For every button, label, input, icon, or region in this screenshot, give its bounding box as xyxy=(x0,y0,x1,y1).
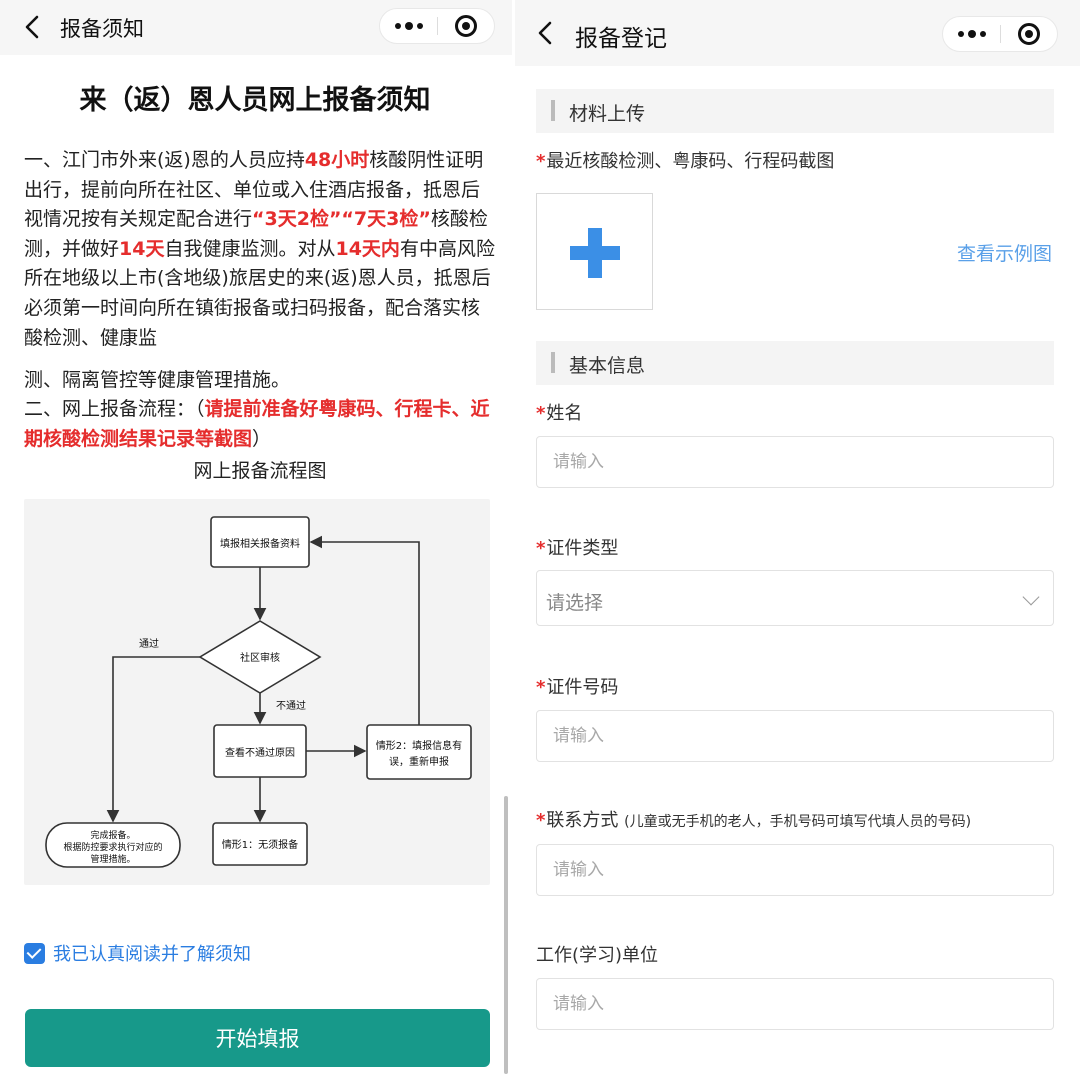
nav-title: 报备登记 xyxy=(575,26,667,52)
mini-program-capsule xyxy=(942,16,1058,52)
agree-label[interactable]: 我已认真阅读并了解须知 xyxy=(53,940,251,966)
registration-screen: 报备登记 材料上传 *最近核酸检测、粤康码、行程码截图 查看示例图 基本信息 *… xyxy=(515,0,1080,1074)
back-arrow-icon[interactable] xyxy=(535,20,557,46)
section-materials-title: 材料上传 xyxy=(569,103,646,125)
flow-node-case1-text: 情形1：无须报备 xyxy=(222,838,298,851)
flow-node-case2-text-1: 情形2：填报信息有 xyxy=(376,739,462,752)
id-number-label: *证件号码 xyxy=(536,677,619,698)
target-circle-icon[interactable] xyxy=(1001,17,1058,51)
back-arrow-icon[interactable] xyxy=(22,14,44,40)
section-basic-info: 基本信息 xyxy=(536,341,1054,385)
upload-button[interactable] xyxy=(536,193,653,310)
flow-label-pass: 通过 xyxy=(139,637,159,650)
more-dots-icon[interactable] xyxy=(380,9,437,43)
flowchart: 填报相关报备资料 社区审核 通过 不通过 查看不通过原因 情形2：填报信息有 误… xyxy=(24,499,490,885)
flow-node-done-text-3: 管理措施。 xyxy=(90,853,135,865)
text-segment: 48小时 xyxy=(304,149,370,171)
more-dots-icon[interactable] xyxy=(943,17,1000,51)
flow-label-fail: 不通过 xyxy=(276,699,306,712)
target-circle-icon[interactable] xyxy=(438,9,495,43)
id-type-value: 请选择 xyxy=(546,592,604,614)
text-segment: ） xyxy=(252,427,272,450)
view-sample-link[interactable]: 查看示例图 xyxy=(957,239,1052,266)
nav-title: 报备须知 xyxy=(60,17,144,41)
text-segment: “3天2检”“7天3检” xyxy=(252,208,431,231)
flow-node-case2-text-2: 误，重新申报 xyxy=(389,755,449,768)
section-materials: 材料上传 xyxy=(536,89,1054,133)
nav-bar: 报备登记 xyxy=(515,0,1080,66)
contact-input[interactable] xyxy=(536,844,1054,896)
flow-node-done-text-2: 根据防控要求执行对应的 xyxy=(63,841,162,853)
contact-label: *联系方式 (儿童或无手机的老人，手机号码可填写代填人员的号码) xyxy=(536,810,972,831)
work-unit-input[interactable] xyxy=(536,978,1054,1030)
contact-note: (儿童或无手机的老人，手机号码可填写代填人员的号码) xyxy=(624,814,972,830)
text-segment: 自我健康监测。对从 xyxy=(164,237,336,260)
notice-paragraph-1-end: 测、隔离管控等健康管理措施。 xyxy=(24,369,291,391)
text-segment: 二、网上报备流程：（ xyxy=(24,398,205,420)
scrollbar[interactable] xyxy=(504,796,508,1074)
agree-checkbox[interactable]: 我已认真阅读并了解须知 xyxy=(24,940,251,966)
chevron-down-icon xyxy=(1022,588,1040,606)
notice-paragraph-2: 二、网上报备流程：（请提前准备好粤康码、行程卡、近期核酸检测结果记录等截图） xyxy=(24,395,496,454)
text-segment: 一、江门市外来(返)恩的人员应持 xyxy=(24,149,305,171)
upload-label: *最近核酸检测、粤康码、行程码截图 xyxy=(536,151,835,172)
name-label: *姓名 xyxy=(536,403,583,424)
flow-node-done-text-1: 完成报备。 xyxy=(90,829,135,841)
flow-node-review-text: 社区审核 xyxy=(240,651,280,664)
notice-screen: 报备须知 来（返）恩人员网上报备须知 一、江门市外来(返)恩的人员应持48小时核… xyxy=(0,0,512,1074)
flow-node-reason-text: 查看不通过原因 xyxy=(225,746,295,759)
mini-program-capsule xyxy=(379,8,495,44)
section-basic-info-title: 基本信息 xyxy=(569,355,646,377)
checkbox-checked-icon[interactable] xyxy=(24,942,45,964)
id-number-input[interactable] xyxy=(536,710,1054,762)
flow-arrow-pass xyxy=(106,656,200,823)
id-type-select[interactable]: 请选择 xyxy=(536,570,1054,626)
notice-paragraph-1: 一、江门市外来(返)恩的人员应持48小时核酸阴性证明出行，提前向所在社区、单位或… xyxy=(24,146,496,353)
text-segment: 14天内 xyxy=(335,237,400,260)
flow-node-case2 xyxy=(366,724,472,780)
notice-title: 来（返）恩人员网上报备须知 xyxy=(79,85,431,116)
flow-arrow-loop xyxy=(309,535,420,725)
text-segment: 14天 xyxy=(119,237,165,260)
start-filling-button[interactable]: 开始填报 xyxy=(25,1009,490,1067)
flowchart-caption: 网上报备流程图 xyxy=(193,460,327,482)
name-input[interactable] xyxy=(536,436,1054,488)
nav-bar: 报备须知 xyxy=(0,0,512,55)
flow-node-fill-text: 填报相关报备资料 xyxy=(220,537,300,550)
work-unit-label: 工作(学习)单位 xyxy=(536,945,659,966)
id-type-label: *证件类型 xyxy=(536,538,619,559)
